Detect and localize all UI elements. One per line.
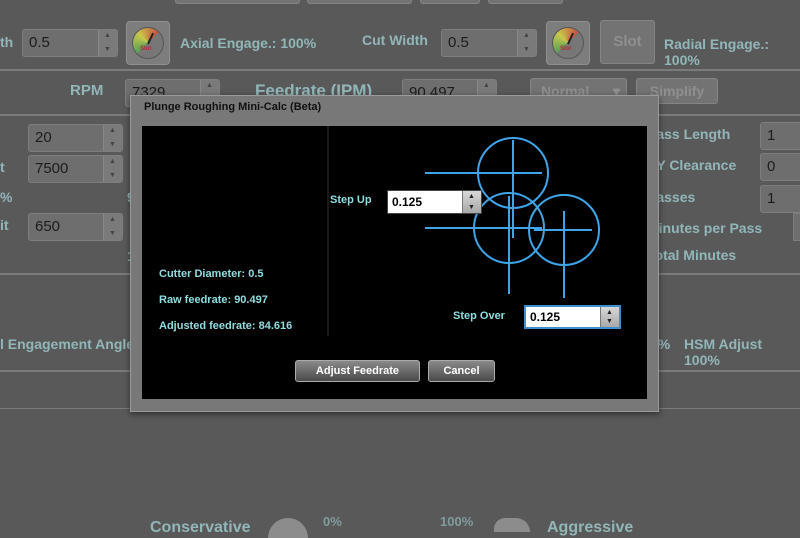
passes-value: 1	[767, 190, 776, 207]
axial-engage-label: Axial Engage.: 100%	[180, 35, 317, 51]
step-up-input[interactable]: 0.125	[387, 190, 482, 214]
radial-gauge-icon[interactable]: Slot	[546, 21, 590, 65]
plunge-roughing-dialog: Plunge Roughing Mini-Calc (Beta) Step Up…	[130, 95, 659, 412]
step-up-value: 0.125	[392, 195, 423, 209]
aggressive-label: Aggressive	[547, 519, 634, 536]
row1-fragment: th	[0, 34, 14, 50]
engagement-angle-label: l Engagement Angle	[0, 336, 135, 352]
xy-clearance-field[interactable]: 0	[760, 153, 800, 181]
pass-length-label: Pass Length	[647, 126, 731, 142]
left-fragment-1: t	[0, 159, 5, 175]
dialog-body: Step Up 0.125 Cutter Diameter: 0.5 Raw f…	[142, 126, 647, 399]
left-field-1[interactable]: 20	[28, 124, 123, 152]
step-up-spinner[interactable]	[462, 191, 481, 213]
top-button-3[interactable]	[420, 0, 480, 4]
slider-min-label: 0%	[323, 514, 342, 529]
left-field-1-value: 20	[35, 129, 52, 146]
step-over-label: Step Over	[453, 310, 505, 322]
axial-depth-field[interactable]: 0.5	[22, 29, 118, 57]
left-field-3[interactable]: 650	[28, 213, 123, 241]
left-field-3-value: 650	[35, 218, 61, 235]
slider-max-label: 100%	[440, 514, 474, 529]
cut-width-label: Cut Width	[362, 32, 428, 48]
axial-depth-value: 0.5	[29, 34, 50, 51]
slot-button[interactable]: Slot	[600, 20, 655, 64]
xy-clearance-label: XY Clearance	[647, 157, 737, 173]
raw-feedrate-text: Raw feedrate: 90.497	[159, 294, 268, 306]
left-field-2-value: 7500	[35, 160, 69, 177]
dialog-title: Plunge Roughing Mini-Calc (Beta)	[144, 101, 322, 113]
step-over-input[interactable]: 0.125	[524, 305, 621, 329]
cutter-circles	[425, 137, 600, 298]
left-field-3-spinner[interactable]	[103, 214, 122, 240]
step-over-spinner[interactable]	[600, 307, 619, 327]
xy-clearance-value: 0	[767, 158, 776, 175]
hsm-adjust-label: HSM Adjust 100%	[684, 336, 763, 368]
top-button-2[interactable]	[307, 0, 412, 4]
left-field-2[interactable]: 7500	[28, 155, 123, 183]
axial-gauge-icon[interactable]: Slot	[126, 21, 170, 65]
total-minutes-label: Total Minutes	[647, 247, 737, 263]
right-edge-field[interactable]	[793, 213, 800, 241]
axial-depth-spinner[interactable]	[98, 30, 117, 56]
cutter-diameter-text: Cutter Diameter: 0.5	[159, 268, 264, 280]
conservative-label: Conservative	[150, 519, 251, 536]
left-fragment-3: it	[0, 217, 9, 233]
adjust-feedrate-button[interactable]: Adjust Feedrate	[295, 360, 420, 382]
pass-length-value: 1	[767, 127, 776, 144]
cut-width-spinner[interactable]	[517, 30, 536, 56]
rabbit-icon	[494, 518, 530, 532]
top-button-4[interactable]	[488, 0, 563, 4]
turtle-icon	[268, 518, 308, 538]
step-over-value: 0.125	[530, 310, 561, 324]
radial-engage-label: Radial Engage.: 100%	[664, 36, 770, 68]
cut-width-field[interactable]: 0.5	[441, 29, 537, 57]
adjusted-feedrate-text: Adjusted feedrate: 84.616	[159, 320, 293, 332]
top-button-1[interactable]	[175, 0, 300, 4]
cut-width-value: 0.5	[448, 34, 469, 51]
step-up-label: Step Up	[330, 194, 372, 206]
left-field-2-spinner[interactable]	[103, 156, 122, 182]
passes-field[interactable]: 1	[760, 185, 800, 213]
rpm-label: RPM	[70, 82, 104, 99]
pass-length-field[interactable]: 1	[760, 122, 800, 150]
left-fragment-2: %	[0, 189, 13, 205]
minutes-per-pass-label: Minutes per Pass	[647, 220, 763, 236]
left-field-1-spinner[interactable]	[103, 125, 122, 151]
divider	[0, 69, 800, 71]
cancel-button[interactable]: Cancel	[428, 360, 495, 382]
